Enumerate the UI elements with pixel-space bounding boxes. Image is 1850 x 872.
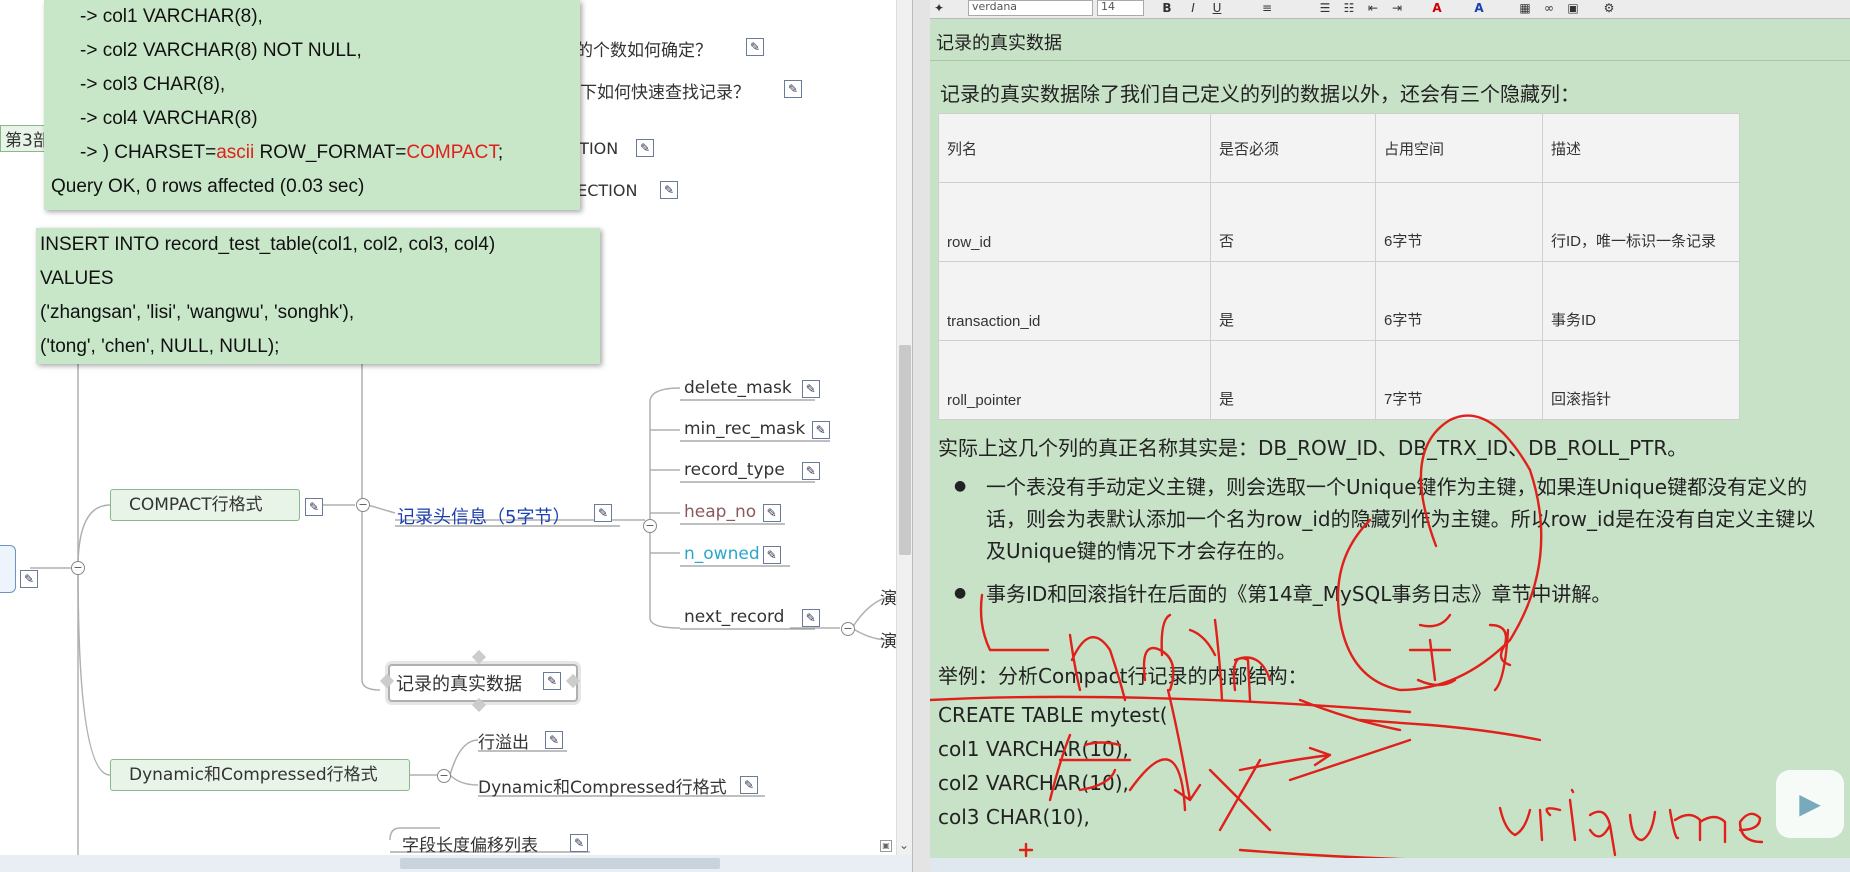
sql-popup-insert: INSERT INTO record_test_table(col1, col2… [36, 228, 600, 364]
sql-line: INSERT INTO record_test_table(col1, col2… [40, 234, 496, 255]
charset-suffix: ; [497, 142, 504, 163]
row-format-value: COMPACT [406, 142, 498, 163]
node-field-length[interactable]: 字段长度偏移列表 [402, 831, 538, 856]
handwritten-annotations [930, 414, 1764, 863]
chevron-down-icon[interactable]: ⌄ [897, 838, 911, 852]
vertical-scrollbar[interactable] [896, 0, 912, 855]
memo-icon[interactable]: ✎ [762, 504, 781, 522]
collapse-toggle[interactable]: − [356, 498, 370, 512]
row-format-prefix: ROW_FORMAT= [254, 142, 407, 163]
memo-icon[interactable]: ✎ [636, 139, 654, 157]
note-editor-pane: ✦ verdana 14 B I U ≡ ☰ ☷ ⇤ ⇥ A A ▦ ∞ ▣ ⚙… [930, 0, 1850, 872]
pane-splitter[interactable] [912, 0, 932, 872]
horizontal-scrollbar[interactable] [0, 855, 912, 872]
node-record-header[interactable]: 记录头信息（5字节） [397, 503, 570, 529]
sql-line: -> col4 VARCHAR(8) [80, 108, 258, 129]
sql-line: VALUES [40, 268, 114, 289]
sql-result: Query OK, 0 rows affected (0.03 sec) [51, 176, 365, 197]
node-partial-q1[interactable]: 的个数如何确定？ [576, 36, 712, 61]
collapse-toggle[interactable]: − [71, 561, 85, 575]
sql-line: -> col3 CHAR(8), [80, 74, 226, 95]
node-dynamic-child[interactable]: Dynamic和Compressed行格式 [478, 773, 727, 798]
memo-icon[interactable]: ✎ [801, 609, 820, 627]
node-edge-2[interactable]: 演 [880, 627, 897, 652]
mindmap-pane: 的个数如何确定？ ✎ 下如何快速查找记录？ ✎ CTION ✎ RECTION … [0, 0, 912, 872]
video-player-badge-icon[interactable]: ▶ [1776, 770, 1844, 838]
node-compact-format[interactable]: COMPACT行格式 [110, 489, 300, 521]
sql-line: ('tong', 'chen', NULL, NULL); [40, 336, 280, 357]
node-edge-1[interactable]: 演 [880, 584, 897, 609]
node-header-field[interactable]: record_type [684, 460, 785, 480]
sql-line: -> col2 VARCHAR(8) NOT NULL, [80, 40, 362, 61]
memo-icon[interactable]: ✎ [801, 462, 820, 480]
memo-icon[interactable]: ✎ [594, 504, 612, 522]
collapse-toggle[interactable]: − [841, 622, 855, 636]
memo-icon[interactable]: ✎ [20, 570, 38, 588]
memo-icon[interactable]: ✎ [762, 546, 781, 564]
node-header-field[interactable]: n_owned [684, 544, 760, 564]
memo-icon[interactable]: ✎ [543, 672, 561, 690]
sql-line: ('zhangsan', 'lisi', 'wangwu', 'songhk')… [40, 302, 355, 323]
scrollbar-thumb[interactable] [899, 345, 911, 555]
note-horizontal-scrollbar[interactable] [930, 858, 1850, 872]
node-header-field[interactable]: delete_mask [684, 378, 792, 398]
collapse-toggle[interactable]: − [643, 519, 657, 533]
memo-icon[interactable]: ✎ [746, 38, 764, 56]
node-header-field[interactable]: heap_no [684, 502, 756, 522]
charset-prefix: -> ) CHARSET= [80, 142, 217, 163]
sql-line: -> col1 VARCHAR(8), [80, 6, 263, 27]
sql-popup-create: -> col1 VARCHAR(8), -> col2 VARCHAR(8) N… [44, 0, 580, 210]
scrollbar-thumb[interactable] [400, 858, 720, 869]
node-partial-q2[interactable]: 下如何快速查找记录？ [580, 78, 750, 103]
memo-icon[interactable]: ✎ [570, 834, 588, 852]
memo-icon[interactable]: ✎ [660, 181, 678, 199]
memo-icon[interactable]: ✎ [801, 380, 820, 398]
root-node-partial[interactable] [0, 545, 16, 593]
node-row-overflow[interactable]: 行溢出 [478, 728, 529, 753]
node-header-field[interactable]: min_rec_mask [684, 419, 805, 439]
memo-icon[interactable]: ✎ [740, 776, 758, 794]
minimap-icon[interactable]: ▣ [880, 840, 892, 852]
sql-line-charset: -> ) CHARSET=ascii ROW_FORMAT=COMPACT; [44, 136, 580, 170]
memo-icon[interactable]: ✎ [811, 421, 830, 439]
node-dynamic-format[interactable]: Dynamic和Compressed行格式 [110, 759, 410, 791]
memo-icon[interactable]: ✎ [545, 731, 563, 749]
charset-value: ascii [216, 142, 255, 163]
memo-icon[interactable]: ✎ [305, 498, 323, 516]
memo-icon[interactable]: ✎ [784, 80, 802, 98]
node-real-data-label: 记录的真实数据 [396, 674, 522, 695]
node-header-field[interactable]: next_record [684, 607, 784, 627]
collapse-toggle[interactable]: − [437, 769, 451, 783]
